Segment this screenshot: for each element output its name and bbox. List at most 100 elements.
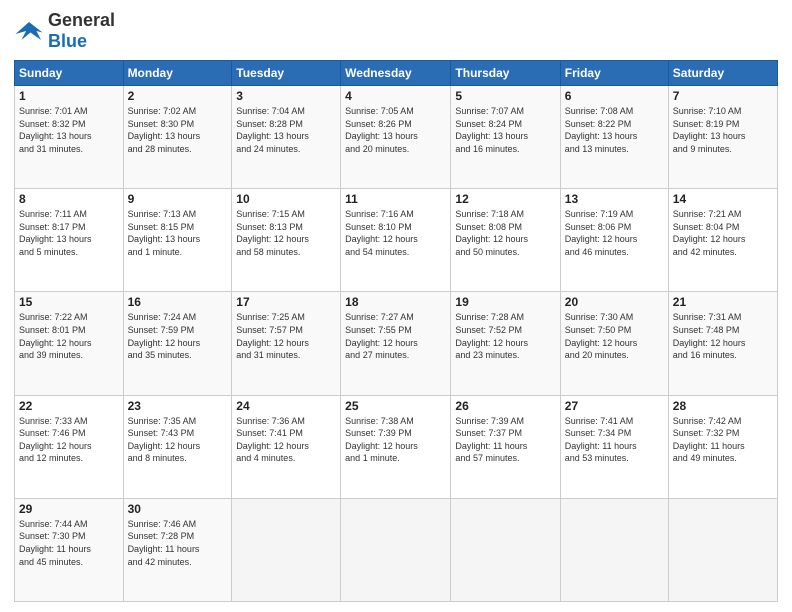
day-info: Sunrise: 7:21 AM Sunset: 8:04 PM Dayligh… (673, 208, 773, 258)
calendar-cell: 7 Sunrise: 7:10 AM Sunset: 8:19 PM Daylig… (668, 86, 777, 189)
calendar-cell (232, 498, 341, 601)
day-number: 10 (236, 192, 336, 206)
day-number: 3 (236, 89, 336, 103)
day-number: 1 (19, 89, 119, 103)
day-info: Sunrise: 7:01 AM Sunset: 8:32 PM Dayligh… (19, 105, 119, 155)
day-number: 18 (345, 295, 446, 309)
calendar-cell: 27 Sunrise: 7:41 AM Sunset: 7:34 PM Dayli… (560, 395, 668, 498)
calendar-cell: 26Sunrise: 7:39 AM Sunset: 7:37 PM Dayli… (451, 395, 560, 498)
calendar-cell: 5 Sunrise: 7:07 AM Sunset: 8:24 PM Daylig… (451, 86, 560, 189)
calendar-cell: 30 Sunrise: 7:46 AM Sunset: 7:28 PM Dayli… (123, 498, 232, 601)
calendar-cell: 8 Sunrise: 7:11 AM Sunset: 8:17 PM Daylig… (15, 189, 124, 292)
day-info: Sunrise: 7:42 AM Sunset: 7:32 PM Dayligh… (673, 415, 773, 465)
calendar-cell: 13Sunrise: 7:19 AM Sunset: 8:06 PM Dayli… (560, 189, 668, 292)
calendar-cell: 3 Sunrise: 7:04 AM Sunset: 8:28 PM Daylig… (232, 86, 341, 189)
day-info: Sunrise: 7:22 AM Sunset: 8:01 PM Dayligh… (19, 311, 119, 361)
day-number: 9 (128, 192, 228, 206)
day-info: Sunrise: 7:11 AM Sunset: 8:17 PM Dayligh… (19, 208, 119, 258)
day-info: Sunrise: 7:36 AM Sunset: 7:41 PM Dayligh… (236, 415, 336, 465)
calendar-cell: 24 Sunrise: 7:36 AM Sunset: 7:41 PM Dayli… (232, 395, 341, 498)
calendar-cell: 25 Sunrise: 7:38 AM Sunset: 7:39 PM Dayli… (341, 395, 451, 498)
calendar-table: SundayMondayTuesdayWednesdayThursdayFrid… (14, 60, 778, 602)
weekday-header-tuesday: Tuesday (232, 61, 341, 86)
day-info: Sunrise: 7:25 AM Sunset: 7:57 PM Dayligh… (236, 311, 336, 361)
weekday-header-wednesday: Wednesday (341, 61, 451, 86)
day-number: 14 (673, 192, 773, 206)
day-info: Sunrise: 7:38 AM Sunset: 7:39 PM Dayligh… (345, 415, 446, 465)
weekday-header-thursday: Thursday (451, 61, 560, 86)
day-info: Sunrise: 7:35 AM Sunset: 7:43 PM Dayligh… (128, 415, 228, 465)
day-info: Sunrise: 7:41 AM Sunset: 7:34 PM Dayligh… (565, 415, 664, 465)
day-info: Sunrise: 7:16 AM Sunset: 8:10 PM Dayligh… (345, 208, 446, 258)
day-number: 30 (128, 502, 228, 516)
calendar-cell: 21 Sunrise: 7:31 AM Sunset: 7:48 PM Dayli… (668, 292, 777, 395)
day-info: Sunrise: 7:44 AM Sunset: 7:30 PM Dayligh… (19, 518, 119, 568)
day-info: Sunrise: 7:18 AM Sunset: 8:08 PM Dayligh… (455, 208, 555, 258)
calendar-body: 1 Sunrise: 7:01 AM Sunset: 8:32 PM Daylig… (15, 86, 778, 602)
calendar-cell: 14 Sunrise: 7:21 AM Sunset: 8:04 PM Dayli… (668, 189, 777, 292)
calendar-cell: 1 Sunrise: 7:01 AM Sunset: 8:32 PM Daylig… (15, 86, 124, 189)
calendar-cell: 15 Sunrise: 7:22 AM Sunset: 8:01 PM Dayli… (15, 292, 124, 395)
calendar-cell: 18 Sunrise: 7:27 AM Sunset: 7:55 PM Dayli… (341, 292, 451, 395)
day-number: 25 (345, 399, 446, 413)
day-number: 23 (128, 399, 228, 413)
calendar-page: General Blue SundayMondayTuesdayWednesda… (0, 0, 792, 612)
day-info: Sunrise: 7:19 AM Sunset: 8:06 PM Dayligh… (565, 208, 664, 258)
day-info: Sunrise: 7:02 AM Sunset: 8:30 PM Dayligh… (128, 105, 228, 155)
logo-text: General Blue (48, 10, 115, 52)
day-number: 27 (565, 399, 664, 413)
day-number: 17 (236, 295, 336, 309)
header: General Blue (14, 10, 778, 52)
day-info: Sunrise: 7:33 AM Sunset: 7:46 PM Dayligh… (19, 415, 119, 465)
day-info: Sunrise: 7:07 AM Sunset: 8:24 PM Dayligh… (455, 105, 555, 155)
weekday-header-saturday: Saturday (668, 61, 777, 86)
day-number: 16 (128, 295, 228, 309)
calendar-cell: 11Sunrise: 7:16 AM Sunset: 8:10 PM Dayli… (341, 189, 451, 292)
calendar-cell (341, 498, 451, 601)
weekday-header-row: SundayMondayTuesdayWednesdayThursdayFrid… (15, 61, 778, 86)
week-row-1: 1 Sunrise: 7:01 AM Sunset: 8:32 PM Daylig… (15, 86, 778, 189)
day-info: Sunrise: 7:46 AM Sunset: 7:28 PM Dayligh… (128, 518, 228, 568)
day-info: Sunrise: 7:08 AM Sunset: 8:22 PM Dayligh… (565, 105, 664, 155)
day-number: 5 (455, 89, 555, 103)
calendar-cell: 20Sunrise: 7:30 AM Sunset: 7:50 PM Dayli… (560, 292, 668, 395)
day-number: 19 (455, 295, 555, 309)
calendar-cell: 29Sunrise: 7:44 AM Sunset: 7:30 PM Dayli… (15, 498, 124, 601)
day-info: Sunrise: 7:04 AM Sunset: 8:28 PM Dayligh… (236, 105, 336, 155)
calendar-cell: 6 Sunrise: 7:08 AM Sunset: 8:22 PM Daylig… (560, 86, 668, 189)
day-number: 2 (128, 89, 228, 103)
calendar-cell: 28Sunrise: 7:42 AM Sunset: 7:32 PM Dayli… (668, 395, 777, 498)
weekday-header-friday: Friday (560, 61, 668, 86)
day-number: 12 (455, 192, 555, 206)
day-number: 26 (455, 399, 555, 413)
calendar-cell: 4 Sunrise: 7:05 AM Sunset: 8:26 PM Daylig… (341, 86, 451, 189)
calendar-cell: 2 Sunrise: 7:02 AM Sunset: 8:30 PM Daylig… (123, 86, 232, 189)
calendar-cell: 22 Sunrise: 7:33 AM Sunset: 7:46 PM Dayli… (15, 395, 124, 498)
day-number: 6 (565, 89, 664, 103)
logo: General Blue (14, 10, 115, 52)
day-info: Sunrise: 7:31 AM Sunset: 7:48 PM Dayligh… (673, 311, 773, 361)
day-info: Sunrise: 7:28 AM Sunset: 7:52 PM Dayligh… (455, 311, 555, 361)
day-number: 22 (19, 399, 119, 413)
calendar-header: SundayMondayTuesdayWednesdayThursdayFrid… (15, 61, 778, 86)
calendar-cell: 10Sunrise: 7:15 AM Sunset: 8:13 PM Dayli… (232, 189, 341, 292)
day-info: Sunrise: 7:13 AM Sunset: 8:15 PM Dayligh… (128, 208, 228, 258)
day-number: 15 (19, 295, 119, 309)
day-info: Sunrise: 7:10 AM Sunset: 8:19 PM Dayligh… (673, 105, 773, 155)
day-number: 24 (236, 399, 336, 413)
day-number: 21 (673, 295, 773, 309)
week-row-3: 15 Sunrise: 7:22 AM Sunset: 8:01 PM Dayli… (15, 292, 778, 395)
calendar-cell (451, 498, 560, 601)
day-number: 8 (19, 192, 119, 206)
calendar-cell: 23 Sunrise: 7:35 AM Sunset: 7:43 PM Dayli… (123, 395, 232, 498)
day-info: Sunrise: 7:24 AM Sunset: 7:59 PM Dayligh… (128, 311, 228, 361)
calendar-cell: 16 Sunrise: 7:24 AM Sunset: 7:59 PM Dayli… (123, 292, 232, 395)
day-info: Sunrise: 7:27 AM Sunset: 7:55 PM Dayligh… (345, 311, 446, 361)
day-number: 4 (345, 89, 446, 103)
calendar-cell: 12 Sunrise: 7:18 AM Sunset: 8:08 PM Dayli… (451, 189, 560, 292)
day-info: Sunrise: 7:05 AM Sunset: 8:26 PM Dayligh… (345, 105, 446, 155)
logo-icon (14, 19, 44, 43)
calendar-cell: 19 Sunrise: 7:28 AM Sunset: 7:52 PM Dayli… (451, 292, 560, 395)
day-number: 7 (673, 89, 773, 103)
week-row-4: 22 Sunrise: 7:33 AM Sunset: 7:46 PM Dayli… (15, 395, 778, 498)
